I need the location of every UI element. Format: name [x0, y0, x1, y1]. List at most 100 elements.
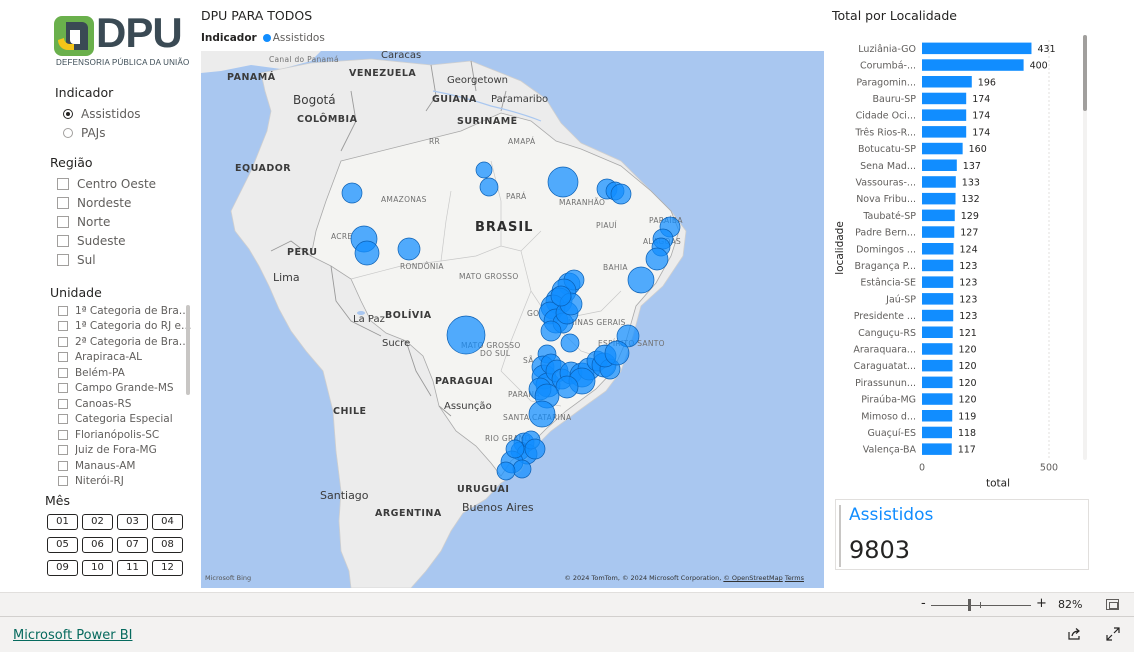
- checkbox-label: Belém-PA: [74, 366, 125, 379]
- bar[interactable]: [922, 209, 955, 222]
- month-button-01[interactable]: 01: [47, 514, 78, 530]
- map-bubble[interactable]: [397, 237, 421, 261]
- unidade-option[interactable]: Categoria Especial: [58, 412, 192, 428]
- bar[interactable]: [922, 92, 967, 105]
- bar[interactable]: [922, 443, 952, 455]
- bar-chart-scrollbar[interactable]: [1083, 35, 1087, 111]
- bar[interactable]: [922, 142, 963, 155]
- bar[interactable]: [922, 176, 956, 188]
- regiao-option-norte[interactable]: Norte: [57, 215, 110, 229]
- month-button-07[interactable]: 07: [117, 537, 148, 553]
- bar[interactable]: [922, 192, 956, 205]
- bar[interactable]: [922, 359, 953, 372]
- map-bubble[interactable]: [512, 459, 532, 479]
- bar[interactable]: [922, 226, 955, 238]
- map-bubble[interactable]: [475, 161, 493, 179]
- month-button-06[interactable]: 06: [82, 537, 113, 553]
- osm-link[interactable]: © OpenStreetMap: [723, 574, 782, 582]
- bar[interactable]: [922, 293, 954, 305]
- month-button-03[interactable]: 03: [117, 514, 148, 530]
- checkbox-label: Florianópolis-SC: [74, 428, 160, 441]
- map-bubble[interactable]: [341, 182, 363, 204]
- bar-chart[interactable]: Luziânia-GO 431 Corumbá-... 400 Paragomin...…: [830, 32, 1092, 494]
- map-bubble[interactable]: [528, 400, 556, 428]
- map-bubble[interactable]: [479, 177, 499, 197]
- unidade-option[interactable]: 1ª Categoria do RJ e do ES: [58, 319, 192, 335]
- map-bubble[interactable]: [550, 285, 572, 307]
- bar[interactable]: [922, 159, 957, 172]
- bar[interactable]: [922, 126, 967, 138]
- month-button-05[interactable]: 05: [47, 537, 78, 553]
- unidade-option[interactable]: Niterói-RJ: [58, 474, 192, 487]
- bar[interactable]: [922, 42, 1032, 55]
- bar[interactable]: [922, 393, 953, 405]
- checkbox-icon: [58, 398, 68, 409]
- bar[interactable]: [922, 109, 967, 121]
- map-legend: Indicador Assistidos: [201, 32, 325, 44]
- bar[interactable]: [922, 343, 953, 355]
- zoom-out-button[interactable]: -: [921, 596, 926, 611]
- regiao-option-sul[interactable]: Sul: [57, 253, 96, 267]
- unidade-option[interactable]: Belém-PA: [58, 365, 192, 381]
- month-button-02[interactable]: 02: [82, 514, 113, 530]
- regiao-option-centro-oeste[interactable]: Centro Oeste: [57, 177, 156, 191]
- month-button-08[interactable]: 08: [152, 537, 183, 553]
- map-bubble[interactable]: [555, 375, 579, 399]
- bar[interactable]: [922, 426, 952, 439]
- bar-category-label: Paragomin...: [856, 77, 916, 88]
- map-bubble[interactable]: [560, 333, 580, 353]
- unidade-scrollbar[interactable]: [186, 305, 190, 395]
- month-button-12[interactable]: 12: [152, 560, 183, 576]
- bar[interactable]: [922, 309, 954, 322]
- map-bubble[interactable]: [446, 315, 486, 355]
- share-icon[interactable]: [1067, 627, 1081, 641]
- map-bubble[interactable]: [505, 439, 525, 459]
- month-button-04[interactable]: 04: [152, 514, 183, 530]
- zoom-slider-thumb[interactable]: [968, 599, 971, 611]
- fit-to-page-icon[interactable]: [1106, 599, 1119, 610]
- bar[interactable]: [922, 410, 953, 422]
- bar[interactable]: [922, 276, 954, 288]
- bar[interactable]: [922, 326, 953, 339]
- map-bubble[interactable]: [547, 166, 579, 198]
- month-button-09[interactable]: 09: [47, 560, 78, 576]
- month-button-10[interactable]: 10: [82, 560, 113, 576]
- map-bubble[interactable]: [540, 320, 562, 342]
- regiao-option-sudeste[interactable]: Sudeste: [57, 234, 126, 248]
- bar[interactable]: [922, 59, 1024, 71]
- zoom-in-button[interactable]: +: [1036, 596, 1047, 611]
- regiao-option-nordeste[interactable]: Nordeste: [57, 196, 131, 210]
- unidade-option[interactable]: 2ª Categoria de Brasília: [58, 334, 192, 350]
- unidade-option[interactable]: Canoas-RS: [58, 396, 192, 412]
- map-bubble[interactable]: [524, 438, 546, 460]
- bar[interactable]: [922, 76, 972, 88]
- fullscreen-icon[interactable]: [1106, 627, 1120, 641]
- bar[interactable]: [922, 243, 954, 255]
- map-bubble[interactable]: [645, 247, 669, 271]
- map-bubble[interactable]: [610, 183, 632, 205]
- bar[interactable]: [922, 259, 954, 272]
- radio-pajs[interactable]: PAJs: [63, 126, 105, 140]
- bar-category-label: Corumbá-...: [860, 61, 916, 72]
- map-bubble[interactable]: [496, 461, 516, 481]
- bubble-map[interactable]: Caracas VENEZUELA Georgetown GUIANA Para…: [201, 51, 824, 588]
- unidade-option[interactable]: Juiz de Fora-MG: [58, 443, 192, 459]
- bar-category-label: Caraguatat...: [854, 361, 916, 372]
- bar-value-label: 120: [958, 361, 976, 372]
- terms-link[interactable]: Terms: [785, 574, 804, 582]
- bar[interactable]: [922, 376, 953, 389]
- month-button-11[interactable]: 11: [117, 560, 148, 576]
- map-bubble[interactable]: [354, 240, 380, 266]
- unidade-option[interactable]: Manaus-AM: [58, 458, 192, 474]
- unidade-option[interactable]: Florianópolis-SC: [58, 427, 192, 443]
- radio-assistidos[interactable]: Assistidos: [63, 107, 141, 121]
- map-bubble[interactable]: [604, 340, 630, 366]
- unidade-list[interactable]: 1ª Categoria de Brasília 1ª Categoria do…: [58, 303, 192, 487]
- power-bi-link[interactable]: Microsoft Power BI: [13, 628, 132, 643]
- unidade-option[interactable]: 1ª Categoria de Brasília: [58, 303, 192, 319]
- unidade-option[interactable]: Arapiraca-AL: [58, 350, 192, 366]
- map-bubble[interactable]: [627, 266, 655, 294]
- kpi-card: Assistidos 9803: [835, 499, 1089, 570]
- zoom-slider-track[interactable]: [931, 605, 1031, 606]
- unidade-option[interactable]: Campo Grande-MS: [58, 381, 192, 397]
